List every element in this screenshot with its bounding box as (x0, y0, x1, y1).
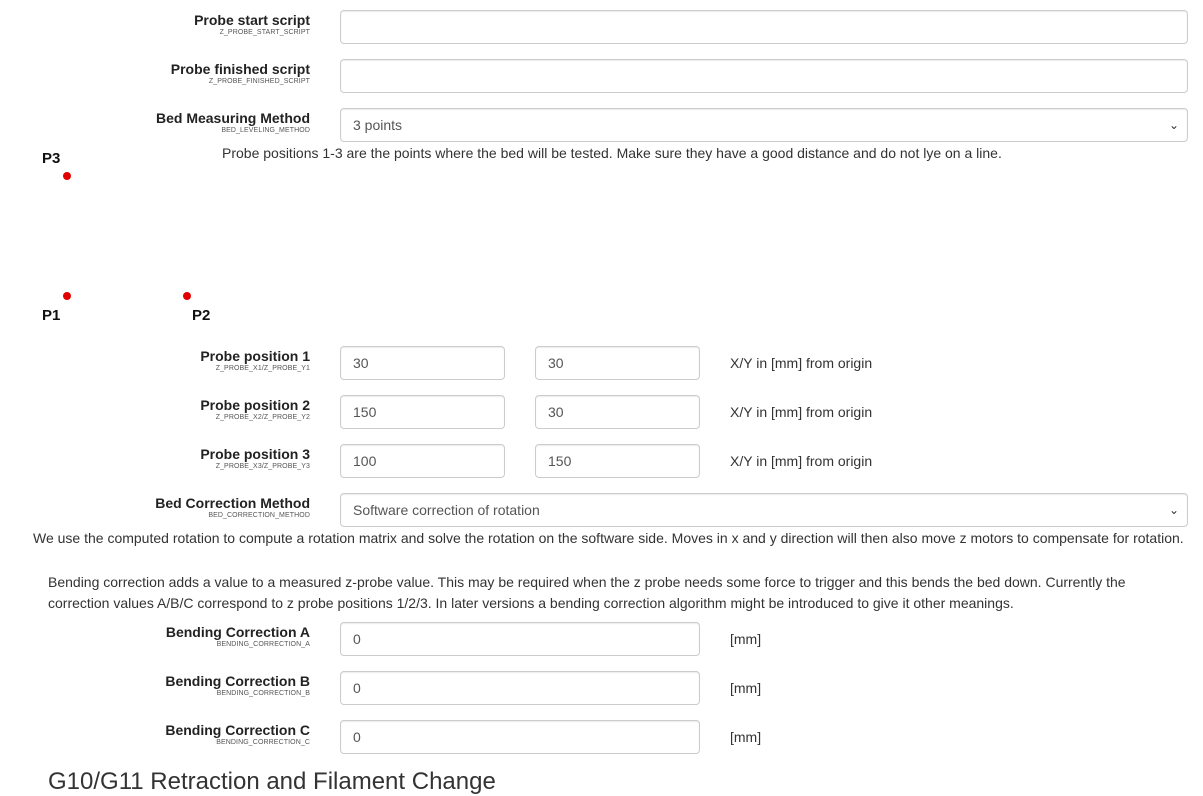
field-code: Z_PROBE_START_SCRIPT (219, 29, 310, 36)
field-label: Bed Correction Method (155, 495, 310, 511)
probe-position-2-label: Probe position 2 Z_PROBE_X2/Z_PROBE_Y2 (200, 397, 310, 423)
field-label: Bed Measuring Method (155, 110, 310, 126)
bending-correction-b-label: Bending Correction B BENDING_CORRECTION_… (165, 673, 310, 699)
bending-correction-b-unit: [mm] (730, 680, 762, 696)
probe-position-3-y-input[interactable]: 150 (535, 444, 700, 478)
probe-position-1-label: Probe position 1 Z_PROBE_X1/Z_PROBE_Y1 (200, 348, 310, 374)
field-code: BENDING_CORRECTION_B (216, 690, 310, 697)
p3-dot (63, 172, 71, 180)
probe-position-3-label: Probe position 3 Z_PROBE_X3/Z_PROBE_Y3 (200, 446, 310, 472)
bed-measuring-method-select[interactable]: 3 points ⌄ (340, 108, 1188, 142)
field-code: Z_PROBE_FINISHED_SCRIPT (208, 78, 310, 85)
field-code: BED_LEVELING_METHOD (221, 127, 310, 134)
field-code: BENDING_CORRECTION_C (216, 739, 310, 746)
bed-correction-method-select[interactable]: Software correction of rotation ⌄ (340, 493, 1188, 527)
field-label: Bending Correction B (165, 673, 310, 689)
field-code: BENDING_CORRECTION_A (216, 641, 310, 648)
field-code: Z_PROBE_X3/Z_PROBE_Y3 (215, 463, 310, 470)
p3-label: P3 (42, 150, 61, 167)
probe-position-2-x-input[interactable]: 150 (340, 395, 505, 429)
field-code: Z_PROBE_X2/Z_PROBE_Y2 (215, 414, 310, 421)
probe-position-3-unit: X/Y in [mm] from origin (730, 453, 873, 469)
field-label: Probe position 1 (200, 348, 310, 364)
chevron-down-icon: ⌄ (1168, 118, 1179, 132)
probe-position-1-unit: X/Y in [mm] from origin (730, 355, 873, 371)
probe-position-2-y-input[interactable]: 30 (535, 395, 700, 429)
bed-measuring-method-label: Bed Measuring Method BED_LEVELING_METHOD (156, 110, 310, 136)
probe-start-script-label: Probe start script Z_PROBE_START_SCRIPT (194, 12, 310, 38)
probe-position-2-unit: X/Y in [mm] from origin (730, 404, 873, 420)
p2-dot (183, 292, 191, 300)
bending-correction-a-unit: [mm] (730, 631, 762, 647)
probe-position-3-x-input[interactable]: 100 (340, 444, 505, 478)
p1-label: P1 (42, 307, 61, 324)
bed-measuring-note: Probe positions 1-3 are the points where… (222, 145, 1002, 161)
probe-position-1-y-input[interactable]: 30 (535, 346, 700, 380)
field-label: Probe start script (194, 12, 310, 28)
bending-correction-b-input[interactable]: 0 (340, 671, 700, 705)
field-label: Probe finished script (170, 61, 310, 77)
probe-finished-script-input[interactable] (340, 59, 1188, 93)
p1-dot (63, 292, 71, 300)
field-label: Probe position 3 (200, 446, 310, 462)
field-label: Bending Correction A (165, 624, 310, 640)
bending-description: Bending correction adds a value to a mea… (48, 574, 1126, 611)
field-label: Bending Correction C (165, 722, 310, 738)
select-value: 3 points (353, 117, 403, 133)
bending-correction-a-input[interactable]: 0 (340, 622, 700, 656)
bed-correction-method-label: Bed Correction Method BED_CORRECTION_MET… (155, 495, 310, 521)
bending-correction-c-label: Bending Correction C BENDING_CORRECTION_… (165, 722, 310, 748)
bending-correction-a-label: Bending Correction A BENDING_CORRECTION_… (166, 624, 310, 650)
next-section-heading: G10/G11 Retraction and Filament Change (48, 768, 496, 795)
probe-start-script-input[interactable] (340, 10, 1188, 44)
probe-position-1-x-input[interactable]: 30 (340, 346, 505, 380)
field-code: Z_PROBE_X1/Z_PROBE_Y1 (215, 365, 310, 372)
bending-correction-c-input[interactable]: 0 (340, 720, 700, 754)
p2-label: P2 (192, 307, 211, 324)
field-label: Probe position 2 (200, 397, 310, 413)
field-code: BED_CORRECTION_METHOD (208, 512, 310, 519)
probe-finished-script-label: Probe finished script Z_PROBE_FINISHED_S… (171, 61, 310, 87)
bed-correction-note: We use the computed rotation to compute … (33, 530, 1184, 546)
select-value: Software correction of rotation (353, 502, 540, 518)
chevron-down-icon: ⌄ (1168, 503, 1179, 517)
bending-correction-c-unit: [mm] (730, 729, 762, 745)
